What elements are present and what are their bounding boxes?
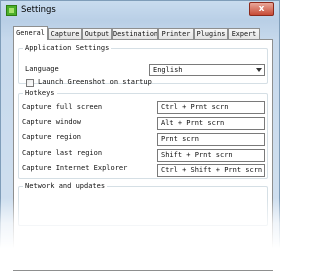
close-button[interactable]: x [249,2,274,16]
tab-expert[interactable]: Expert [228,28,260,39]
hotkey-label-window: Capture window [22,118,82,126]
launch-on-startup-checkbox[interactable] [26,79,34,87]
hotkey-field-window[interactable]: Alt + Prnt scrn [157,117,265,130]
language-select-value: English [153,66,183,74]
hotkey-field-region[interactable]: Prnt scrn [157,133,265,146]
settings-window: Settings x General Capture Output Destin… [0,0,280,271]
window-title: Settings [21,5,56,15]
tab-capture[interactable]: Capture [48,28,82,39]
greenshot-app-icon [6,5,17,16]
hotkey-field-full-screen[interactable]: Ctrl + Prnt scrn [157,101,265,114]
chevron-down-icon [256,68,262,72]
tab-general[interactable]: General [13,26,48,40]
tab-printer[interactable]: Printer [158,28,194,39]
hotkey-field-internet-explorer[interactable]: Ctrl + Shift + Prnt scrn [157,164,265,177]
hotkeys-title: Hotkeys [23,89,57,98]
hotkey-label-region: Capture region [22,133,82,141]
tab-plugins[interactable]: Plugins [194,28,228,39]
tab-strip: General Capture Output Destination Print… [13,26,273,40]
hotkey-label-internet-explorer: Capture Internet Explorer [22,164,128,172]
hotkey-field-last-region[interactable]: Shift + Prnt scrn [157,149,265,162]
hotkey-label-full-screen: Capture full screen [22,103,103,111]
tab-output[interactable]: Output [82,28,112,39]
application-settings-title: Application Settings [23,44,112,53]
title-bar[interactable]: Settings x [1,1,279,21]
general-tab-panel: Application Settings Language English La… [13,39,273,271]
network-updates-title: Network and updates [23,182,108,191]
hotkeys-group: Hotkeys Capture full screen Ctrl + Prnt … [18,89,268,179]
launch-on-startup-label[interactable]: Launch Greenshot on startup [38,78,152,87]
language-label: Language [25,65,59,73]
application-settings-group: Application Settings Language English La… [18,44,268,87]
language-select[interactable]: English [149,64,265,76]
network-updates-group: Network and updates [18,182,268,226]
close-icon: x [258,4,265,14]
hotkey-label-last-region: Capture last region [22,149,103,157]
tab-destination[interactable]: Destination [112,28,158,39]
